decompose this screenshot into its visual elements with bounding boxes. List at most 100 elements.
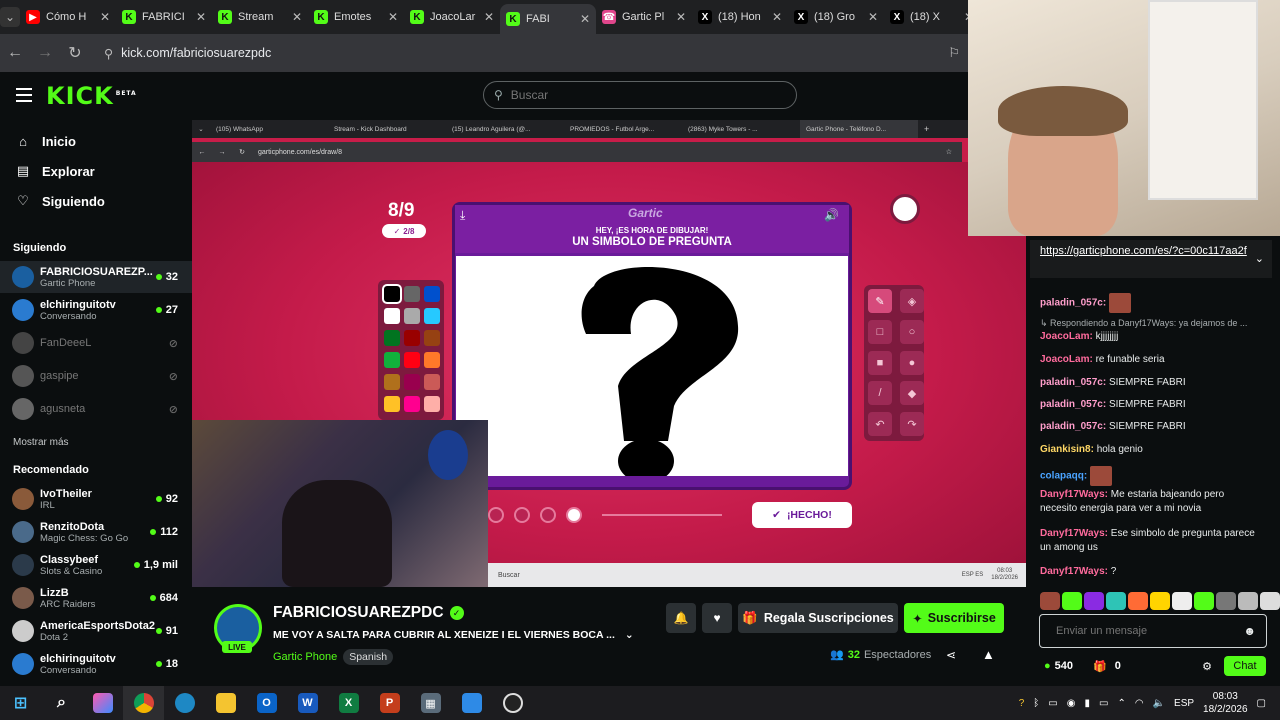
share-icon[interactable]: ⋖	[946, 648, 956, 662]
chat-username[interactable]: paladin_057c:	[1040, 421, 1106, 432]
chat-username[interactable]: colapaqq:	[1040, 471, 1087, 482]
back-button[interactable]: ←	[0, 44, 30, 62]
chat-username[interactable]: Danyf17Ways:	[1040, 566, 1108, 577]
outlook-button[interactable]: O	[246, 686, 287, 720]
nav-inicio[interactable]: ⌂ Inicio	[0, 126, 192, 156]
channel-item[interactable]: FanDeeeL ⊘	[0, 327, 192, 359]
obs-button[interactable]	[492, 686, 533, 720]
points-icon[interactable]: ●	[1044, 660, 1051, 672]
search-input[interactable]	[510, 88, 771, 102]
browser-tab[interactable]: ☎ Gartic Pl ✕	[596, 3, 692, 31]
pinned-link[interactable]: https://garticphone.com/es/?c=00c117aa2f	[1040, 245, 1247, 257]
translate-icon[interactable]: ⚐	[948, 45, 960, 61]
chrome-button[interactable]	[123, 686, 164, 720]
emote-icon[interactable]	[1040, 592, 1060, 610]
stream-video[interactable]: ⌄ (105) WhatsApp Stream - Kick Dashboard (…	[192, 120, 1026, 587]
chat-username[interactable]: Giankisin8:	[1040, 444, 1094, 455]
notification-bell-icon[interactable]: 🔔	[666, 603, 696, 633]
search-button[interactable]: ⌕	[41, 686, 82, 720]
help-icon[interactable]: ?	[1019, 698, 1025, 709]
browser-tab[interactable]: X (18) Gro ✕	[788, 3, 884, 31]
channel-item[interactable]: AmericaEsportsDota2 Dota 2 91	[0, 615, 192, 647]
emote-icon[interactable]	[1150, 592, 1170, 610]
gift-subs-button[interactable]: 🎁 Regala Suscripciones	[738, 603, 898, 633]
chat-username[interactable]: JoacoLam:	[1040, 331, 1093, 342]
emote-icon[interactable]	[1260, 592, 1280, 610]
nav-explorar[interactable]: ▤ Explorar	[0, 156, 192, 186]
browser-tab[interactable]: X(18) X✕	[884, 3, 980, 31]
emote-icon[interactable]	[1084, 592, 1104, 610]
channel-item[interactable]: gaspipe ⊘	[0, 360, 192, 392]
url-field[interactable]: ⚲ kick.com/fabriciosuarezpdc	[104, 46, 271, 61]
close-icon[interactable]: ✕	[676, 10, 686, 24]
close-icon[interactable]: ✕	[772, 10, 782, 24]
excel-button[interactable]: X	[328, 686, 369, 720]
close-icon[interactable]: ✕	[292, 10, 302, 24]
chat-input-box[interactable]: ☻	[1039, 614, 1267, 648]
word-button[interactable]: W	[287, 686, 328, 720]
chevron-up-icon[interactable]: ⌃	[1117, 698, 1125, 709]
clock[interactable]: 08:03 18/2/2026	[1203, 690, 1248, 716]
heart-icon[interactable]: ♥	[702, 603, 732, 633]
volume-icon[interactable]: 🔈	[1153, 698, 1165, 709]
photos-button[interactable]	[451, 686, 492, 720]
channel-item[interactable]: elchiringuitotv Conversando 18	[0, 648, 192, 680]
chat-username[interactable]: paladin_057c:	[1040, 377, 1106, 388]
channel-item[interactable]: RenzitoDota Magic Chess: Go Go 112	[0, 516, 192, 548]
chat-input[interactable]	[1056, 625, 1236, 637]
reload-button[interactable]: ↻	[60, 43, 90, 63]
camera-icon[interactable]: ◉	[1067, 698, 1076, 709]
subscribe-button[interactable]: ✦ Suscribirse	[904, 603, 1004, 633]
emote-icon[interactable]	[1128, 592, 1148, 610]
mic-icon[interactable]: ▮	[1084, 698, 1090, 709]
site-info-icon[interactable]: ⚲	[104, 46, 113, 61]
browser-tab[interactable]: K FABRICI ✕	[116, 3, 212, 31]
channel-item[interactable]: elchiringuitotv Conversando 27	[0, 294, 192, 326]
channel-item[interactable]: Classybeef Slots & Casino 1,9 mil	[0, 549, 192, 581]
pinned-message[interactable]: https://garticphone.com/es/?c=00c117aa2f…	[1030, 240, 1272, 278]
menu-icon[interactable]	[16, 88, 32, 102]
wifi-icon[interactable]: ◠	[1135, 698, 1144, 709]
emote-icon[interactable]	[1062, 592, 1082, 610]
gift-icon[interactable]: 🎁	[1093, 660, 1107, 673]
browser-tab[interactable]: ▶ Cómo H ✕	[20, 3, 116, 31]
channel-name[interactable]: FABRICIOSUAREZPDC ✓	[273, 604, 464, 622]
forward-button[interactable]: →	[30, 44, 60, 62]
language-tag[interactable]: Spanish	[343, 649, 394, 665]
edge-button[interactable]	[164, 686, 205, 720]
nav-siguiendo[interactable]: ♡ Siguiendo	[0, 186, 192, 216]
browser-tab[interactable]: K JoacoLar ✕	[404, 3, 500, 31]
channel-item[interactable]: FABRICIOSUAREZP... Gartic Phone 32	[0, 261, 192, 293]
emote-icon[interactable]	[1172, 592, 1192, 610]
channel-item[interactable]: IvoTheiler IRL 92	[0, 483, 192, 515]
chat-username[interactable]: Danyf17Ways:	[1040, 489, 1108, 500]
calculator-button[interactable]: ▦	[410, 686, 451, 720]
emote-icon[interactable]	[1194, 592, 1214, 610]
emote-icon[interactable]	[1216, 592, 1236, 610]
battery-icon[interactable]: ▭	[1099, 698, 1108, 709]
emote-icon[interactable]	[1238, 592, 1258, 610]
chat-username[interactable]: JoacoLam:	[1040, 354, 1093, 365]
search-box[interactable]: ⚲	[483, 81, 797, 109]
chat-send-button[interactable]: Chat	[1224, 656, 1266, 676]
powerpoint-button[interactable]: P	[369, 686, 410, 720]
close-icon[interactable]: ✕	[580, 12, 590, 26]
show-more-link[interactable]: Mostrar más	[0, 437, 69, 448]
chat-username[interactable]: paladin_057c:	[1040, 399, 1106, 410]
close-icon[interactable]: ✕	[388, 10, 398, 24]
category-link[interactable]: Gartic Phone	[273, 651, 337, 663]
bluetooth-icon[interactable]: ᛒ	[1033, 698, 1039, 709]
close-icon[interactable]: ✕	[868, 10, 878, 24]
channel-item[interactable]: LizzB ARC Raiders 684	[0, 582, 192, 614]
close-icon[interactable]: ✕	[484, 10, 494, 24]
emote-icon[interactable]	[1106, 592, 1126, 610]
close-icon[interactable]: ✕	[100, 10, 110, 24]
keyboard-lang[interactable]: ESP	[1174, 698, 1194, 709]
explorer-button[interactable]	[205, 686, 246, 720]
chevron-down-icon[interactable]: ⌄	[625, 629, 634, 641]
browser-tab[interactable]: K Stream ✕	[212, 3, 308, 31]
emoji-icon[interactable]: ☻	[1243, 624, 1256, 638]
report-icon[interactable]: ▲	[982, 647, 995, 662]
browser-tab[interactable]: K FABI ✕	[500, 4, 596, 34]
close-icon[interactable]: ✕	[196, 10, 206, 24]
